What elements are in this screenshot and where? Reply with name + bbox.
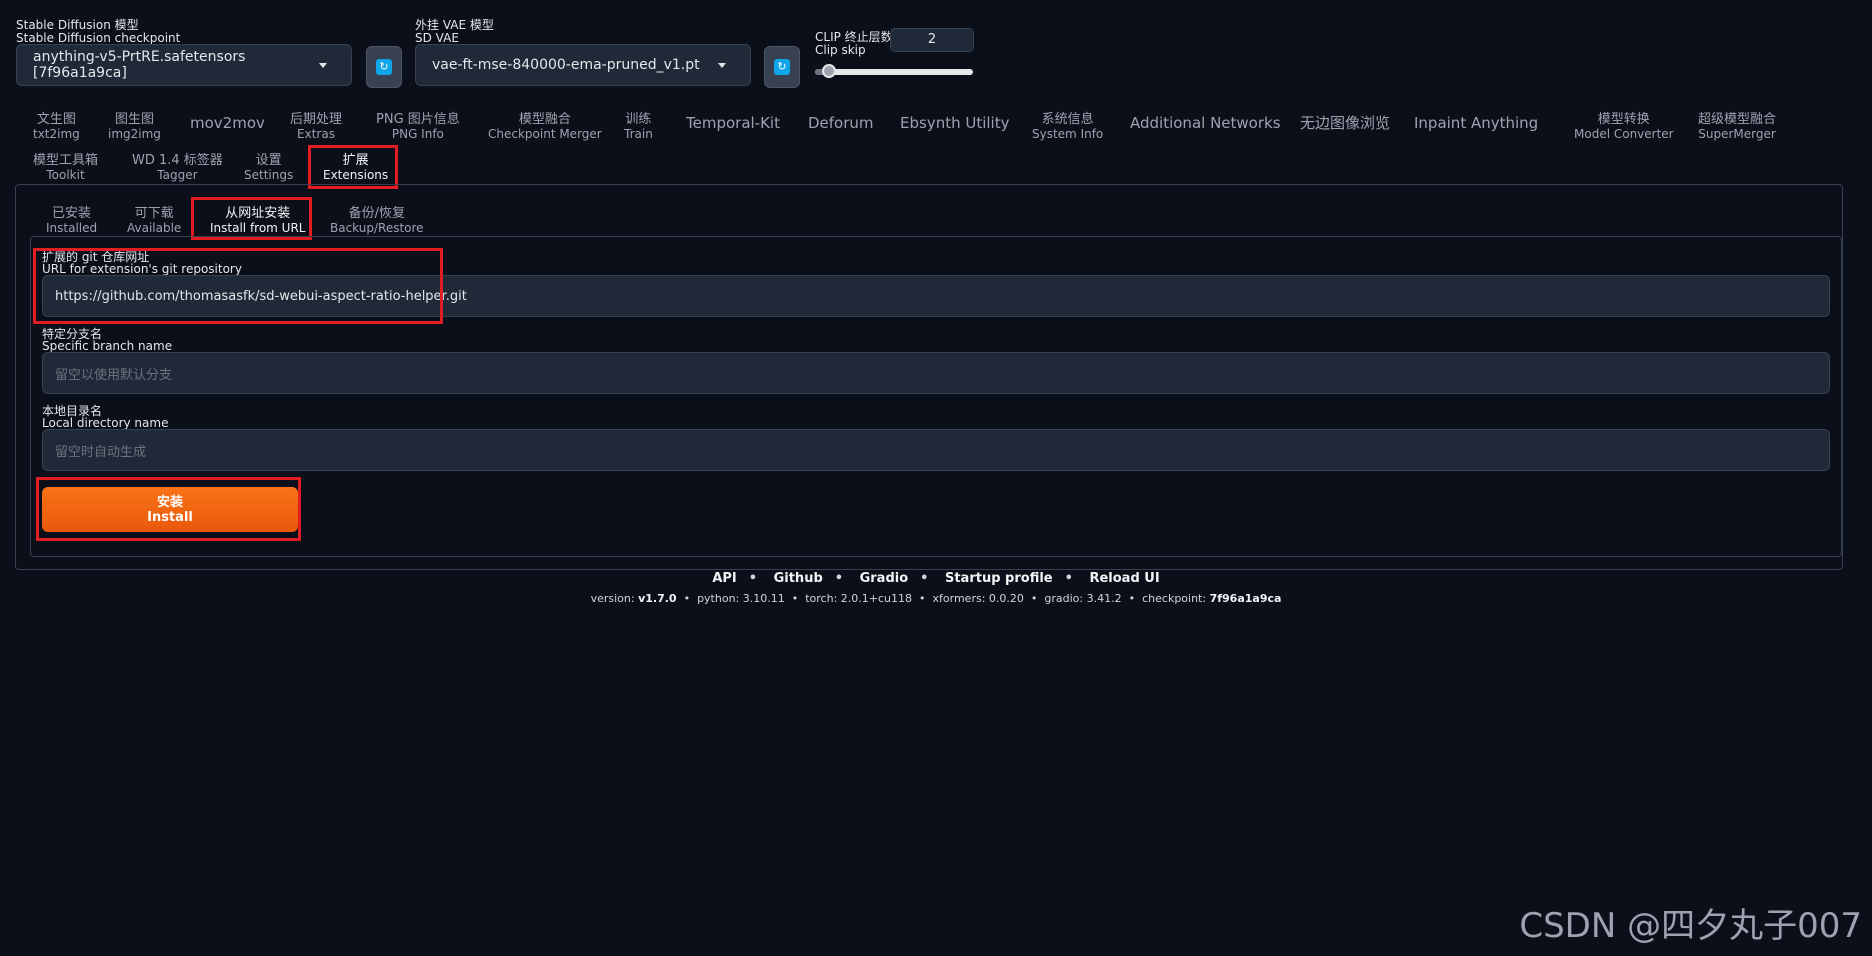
checkpoint-select[interactable]: anything-v5-PrtRE.safetensors [7f96a1a9c… bbox=[16, 44, 352, 86]
footer-link-reload-ui[interactable]: Reload UI bbox=[1089, 571, 1159, 586]
footer-link-github[interactable]: Github bbox=[774, 571, 823, 586]
tab-txt2img[interactable]: 文生图 txt2img bbox=[33, 113, 80, 142]
tab-model-converter[interactable]: 模型转换 Model Converter bbox=[1574, 113, 1674, 142]
refresh-checkpoint-button[interactable]: ↻ bbox=[366, 46, 402, 88]
subtab-install-from-url[interactable]: 从网址安装 Install from URL bbox=[210, 207, 305, 236]
install-button[interactable]: 安装 Install bbox=[42, 487, 298, 532]
version-info: version: v1.7.0 • python: 3.10.11 • torc… bbox=[590, 592, 1282, 605]
tab-deforum[interactable]: Deforum bbox=[808, 113, 874, 133]
clip-skip-slider-handle[interactable] bbox=[822, 64, 836, 78]
tab-mov2mov[interactable]: mov2mov bbox=[190, 113, 265, 133]
tab-supermerger[interactable]: 超级模型融合 SuperMerger bbox=[1698, 113, 1776, 142]
watermark: CSDN @四夕丸子007 bbox=[1519, 906, 1862, 946]
branch-label: 特定分支名 Specific branch name bbox=[42, 327, 173, 353]
tab-infinite-image-browsing[interactable]: 无边图像浏览 bbox=[1300, 113, 1390, 133]
footer-link-startup-profile[interactable]: Startup profile bbox=[945, 571, 1053, 586]
tab-train[interactable]: 训练 Train bbox=[624, 113, 653, 142]
tab-tagger[interactable]: WD 1.4 标签器 Tagger bbox=[132, 154, 223, 183]
branch-input[interactable]: 留空以使用默认分支 bbox=[42, 352, 1830, 394]
tab-temporal-kit[interactable]: Temporal-Kit bbox=[686, 113, 780, 133]
url-label: 扩展的 git 仓库网址 URL for extension's git repo… bbox=[42, 250, 242, 276]
chevron-down-icon bbox=[319, 63, 327, 68]
tab-additional-networks[interactable]: Additional Networks bbox=[1130, 113, 1281, 133]
tab-inpaint-anything[interactable]: Inpaint Anything bbox=[1414, 113, 1538, 133]
clip-skip-number-input[interactable]: 2 bbox=[890, 28, 974, 52]
subtab-available[interactable]: 可下载 Available bbox=[127, 207, 181, 236]
tab-toolkit[interactable]: 模型工具箱 Toolkit bbox=[33, 154, 98, 183]
url-input[interactable]: https://github.com/thomasasfk/sd-webui-a… bbox=[42, 275, 1830, 317]
vae-label: 外挂 VAE 模型 SD VAE bbox=[415, 18, 494, 45]
vae-select[interactable]: vae-ft-mse-840000-ema-pruned_v1.pt bbox=[415, 44, 751, 86]
tab-system-info[interactable]: 系统信息 System Info bbox=[1032, 113, 1103, 142]
refresh-icon: ↻ bbox=[774, 59, 790, 75]
subtab-installed[interactable]: 已安装 Installed bbox=[46, 207, 97, 236]
directory-input[interactable]: 留空时自动生成 bbox=[42, 429, 1830, 471]
tab-png-info[interactable]: PNG 图片信息 PNG Info bbox=[376, 113, 460, 142]
directory-label: 本地目录名 Local directory name bbox=[42, 404, 169, 430]
refresh-vae-button[interactable]: ↻ bbox=[764, 46, 800, 88]
tab-checkpoint-merger[interactable]: 模型融合 Checkpoint Merger bbox=[488, 113, 602, 142]
chevron-down-icon bbox=[718, 63, 726, 68]
footer-links: API • Github • Gradio • Startup profile • Re… bbox=[712, 571, 1160, 586]
tab-ebsynth-utility[interactable]: Ebsynth Utility bbox=[900, 113, 1009, 133]
tab-img2img[interactable]: 图生图 img2img bbox=[108, 113, 161, 142]
footer-link-gradio[interactable]: Gradio bbox=[860, 571, 909, 586]
clip-skip-label: CLIP 终止层数 Clip skip bbox=[815, 30, 893, 57]
tab-settings[interactable]: 设置 Settings bbox=[244, 154, 293, 183]
subtab-backup-restore[interactable]: 备份/恢复 Backup/Restore bbox=[330, 207, 424, 236]
checkpoint-label: Stable Diffusion 模型 Stable Diffusion chec… bbox=[16, 18, 181, 45]
clip-skip-slider[interactable] bbox=[815, 69, 973, 75]
refresh-icon: ↻ bbox=[376, 59, 392, 75]
tab-extensions[interactable]: 扩展 Extensions bbox=[323, 154, 388, 183]
tab-extras[interactable]: 后期处理 Extras bbox=[290, 113, 342, 142]
footer-link-api[interactable]: API bbox=[712, 571, 736, 586]
